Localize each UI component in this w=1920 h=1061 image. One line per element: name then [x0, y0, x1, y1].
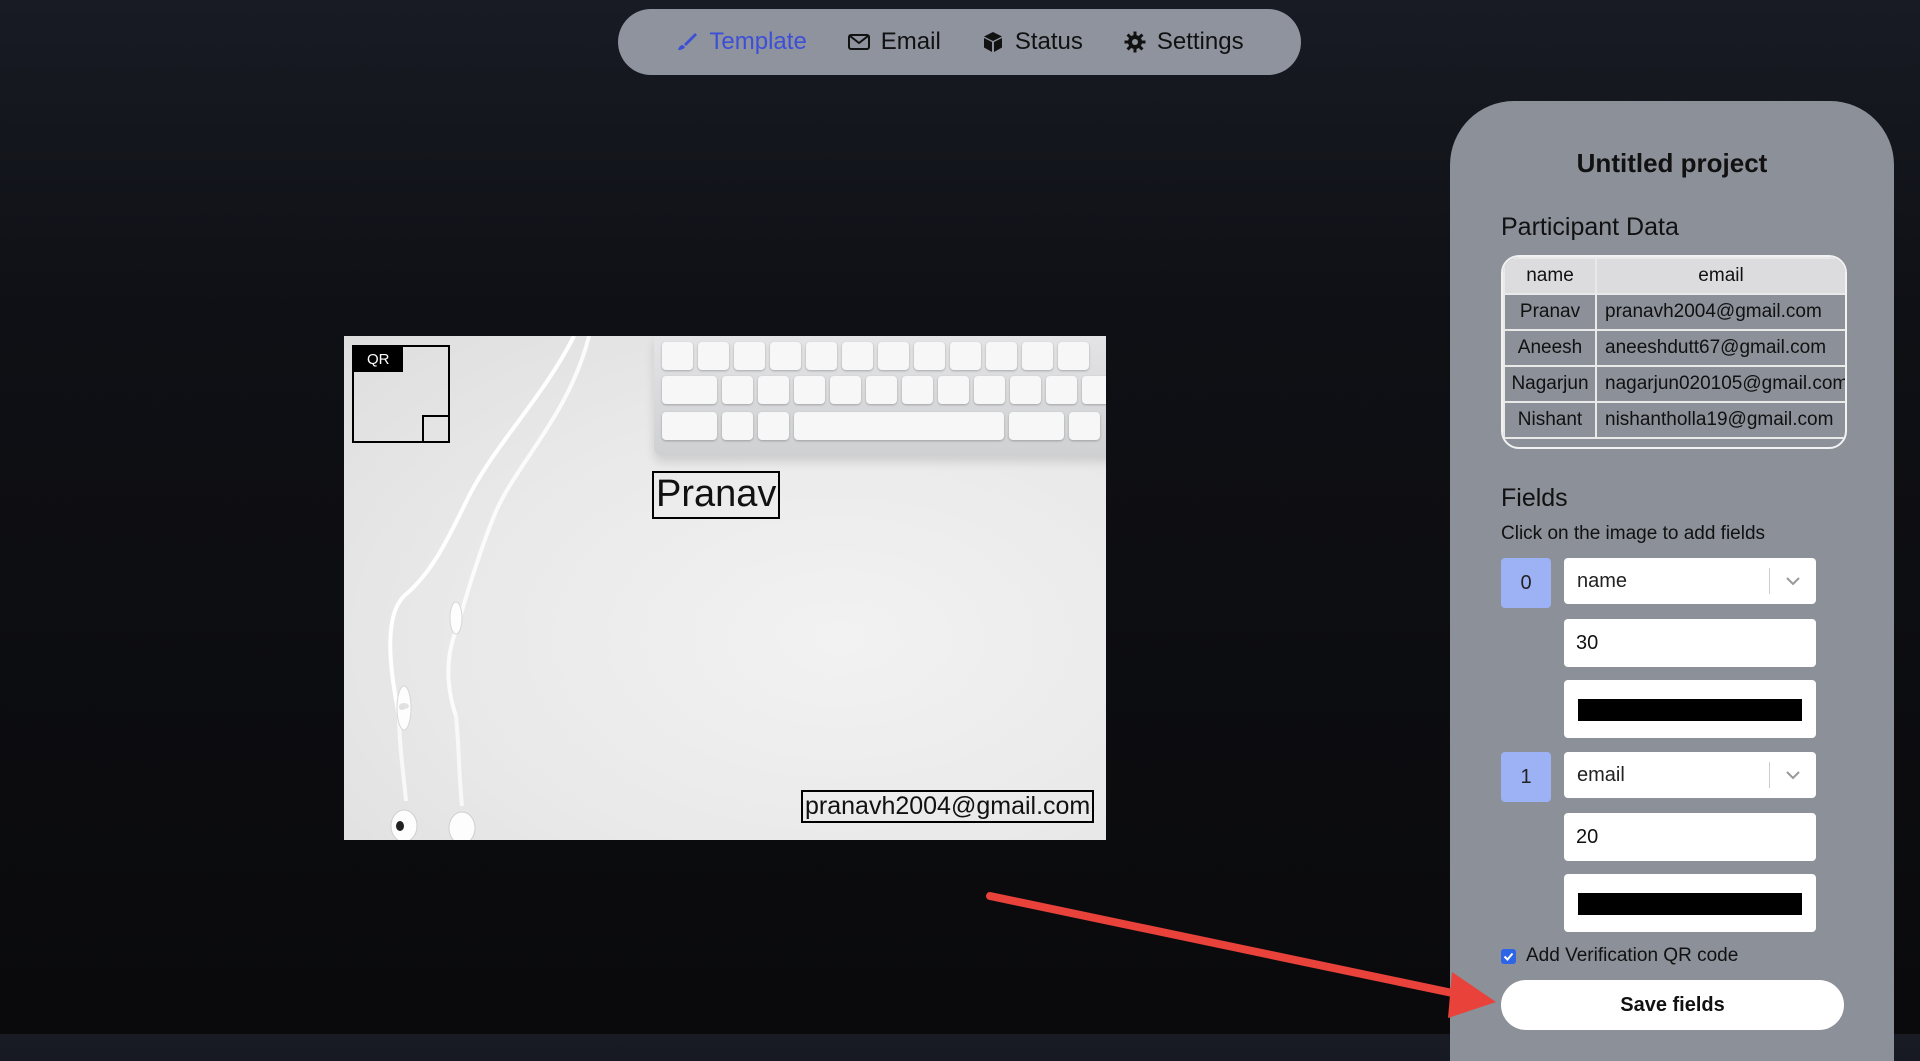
- qr-resize-handle[interactable]: [422, 415, 448, 441]
- qr-placeholder[interactable]: QR: [352, 345, 450, 443]
- table-header-row: name email: [1503, 257, 1845, 295]
- save-fields-button[interactable]: Save fields: [1501, 980, 1844, 1030]
- table-cell: aneeshdutt67@gmail.com: [1595, 329, 1845, 367]
- box-icon: [983, 32, 1002, 52]
- envelope-icon: [847, 34, 870, 50]
- table-cell: Nagarjun: [1503, 365, 1597, 403]
- field-index-badge: 0: [1501, 558, 1551, 608]
- keyboard-illustration: [654, 336, 1106, 456]
- table-cell: Aneesh: [1503, 329, 1597, 367]
- column-header: email: [1595, 257, 1845, 295]
- table-cell: pranavh2004@gmail.com: [1595, 293, 1845, 331]
- font-color-picker[interactable]: [1564, 680, 1816, 738]
- table-row: Pranav pranavh2004@gmail.com: [1503, 293, 1845, 331]
- qr-label: QR: [354, 347, 403, 372]
- field-column-select[interactable]: email: [1564, 752, 1816, 798]
- tab-email[interactable]: Email: [847, 28, 941, 56]
- email-field-box[interactable]: pranavh2004@gmail.com: [801, 790, 1095, 823]
- font-size-input[interactable]: 30: [1564, 619, 1816, 667]
- brush-icon: [678, 33, 698, 50]
- field-index-badge: 1: [1501, 752, 1551, 802]
- participant-data-heading: Participant Data: [1501, 213, 1679, 241]
- tab-template-label: Template: [709, 28, 807, 55]
- qr-checkbox-row[interactable]: Add Verification QR code: [1501, 945, 1738, 967]
- tab-settings-label: Settings: [1156, 28, 1244, 55]
- tab-settings[interactable]: Settings: [1123, 28, 1244, 56]
- project-title: Untitled project: [1576, 148, 1768, 178]
- fields-heading: Fields: [1501, 484, 1568, 512]
- name-field-box[interactable]: Pranav: [652, 471, 781, 519]
- tab-status-label: Status: [1014, 28, 1083, 55]
- font-size-input[interactable]: 20: [1564, 813, 1816, 861]
- color-swatch: [1578, 699, 1802, 721]
- table-cell: nishantholla19@gmail.com: [1595, 401, 1845, 439]
- field-column-value: name: [1577, 569, 1628, 592]
- qr-checkbox[interactable]: [1501, 948, 1516, 964]
- participant-table: name email Pranav pranavh2004@gmail.com …: [1501, 255, 1847, 449]
- chevron-down-icon[interactable]: [1770, 576, 1816, 586]
- color-swatch: [1578, 893, 1802, 915]
- template-canvas[interactable]: QR Pranav pranavh2004@gmail.com: [344, 336, 1106, 840]
- qr-checkbox-label: Add Verification QR code: [1526, 945, 1739, 966]
- project-panel: Untitled project Participant Data name e…: [1450, 101, 1894, 1061]
- tab-status[interactable]: Status: [981, 28, 1083, 56]
- tab-template[interactable]: Template: [675, 28, 807, 56]
- table-cell: nagarjun020105@gmail.com: [1595, 365, 1845, 403]
- field-column-select[interactable]: name: [1564, 558, 1816, 604]
- table-cell: Pranav: [1503, 293, 1597, 331]
- table-row: Nagarjun nagarjun020105@gmail.com: [1503, 365, 1845, 403]
- table-row: Aneesh aneeshdutt67@gmail.com: [1503, 329, 1845, 367]
- table-cell: Nishant: [1503, 401, 1597, 439]
- tab-email-label: Email: [880, 28, 941, 55]
- column-header: name: [1503, 257, 1597, 295]
- font-color-picker[interactable]: [1564, 874, 1816, 932]
- top-nav: Template Email Status Settings: [618, 9, 1301, 75]
- field-column-value: email: [1577, 763, 1625, 786]
- chevron-down-icon[interactable]: [1770, 770, 1816, 780]
- gear-icon: [1124, 31, 1146, 53]
- table-row: Nishant nishantholla19@gmail.com: [1503, 401, 1845, 439]
- fields-hint: Click on the image to add fields: [1501, 523, 1766, 544]
